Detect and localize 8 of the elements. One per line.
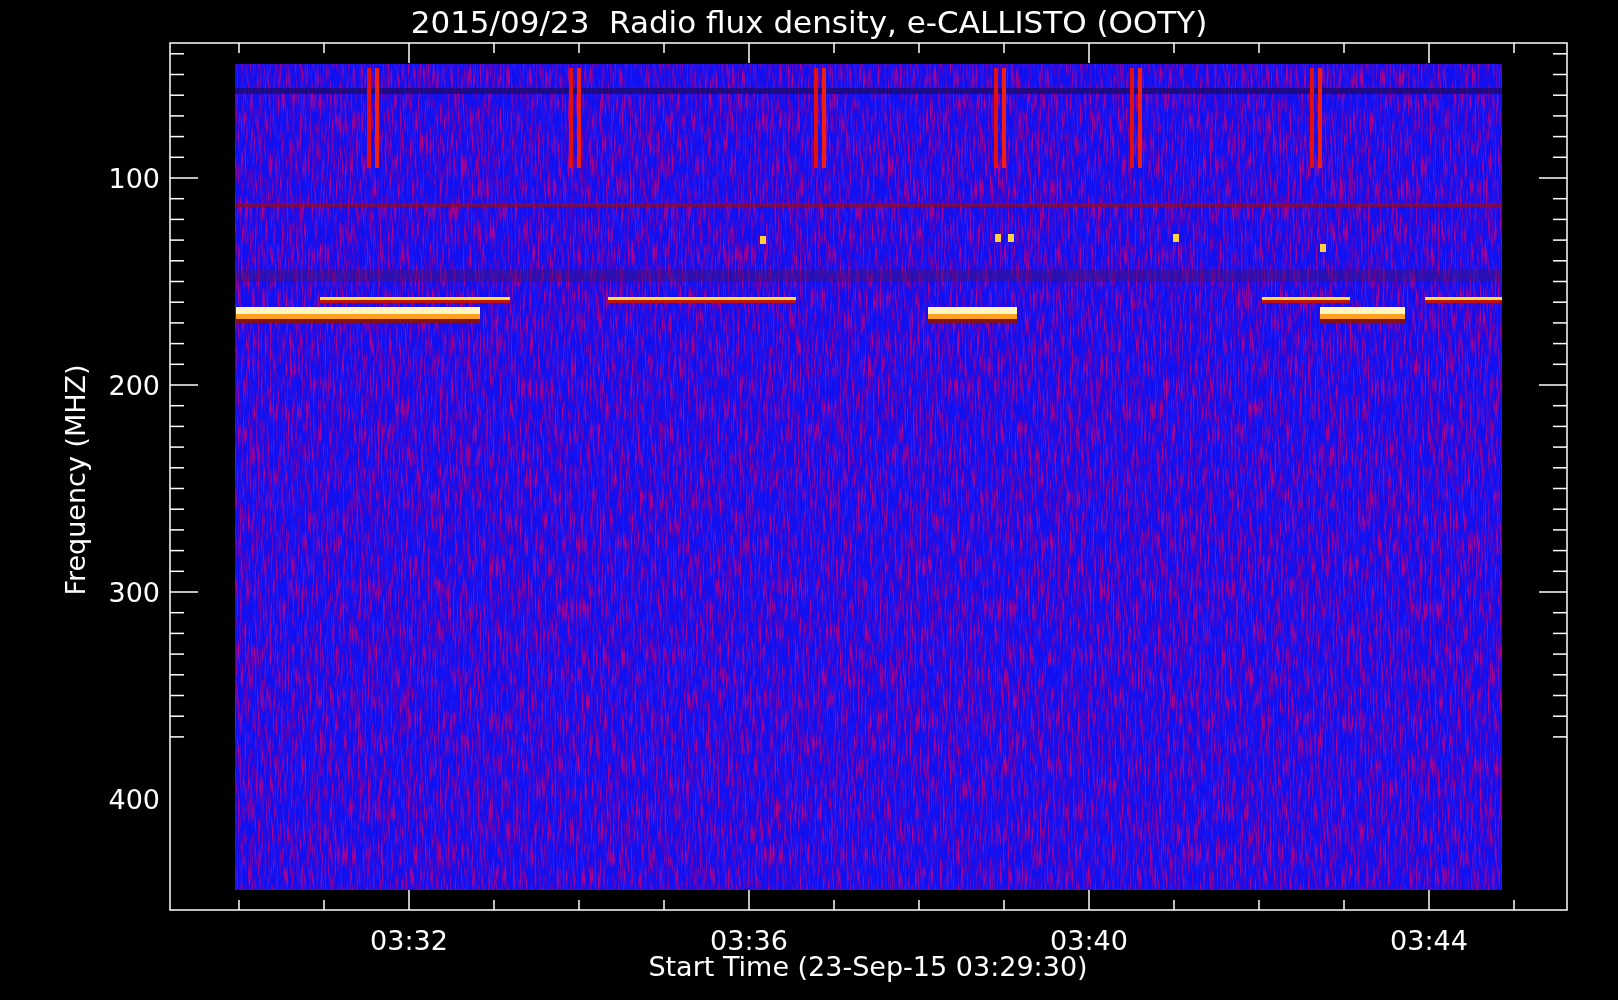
y-tick-label: 400 (108, 784, 160, 815)
chart-title: 2015/09/23 Radio flux density, e-CALLISTO (OOTY) (410, 4, 1208, 40)
x-tick-label: 03:44 (1390, 925, 1468, 956)
y-tick-label: 100 (108, 163, 160, 194)
y-axis-label: Frequency (MHZ) (60, 364, 91, 596)
x-tick-label: 03:32 (370, 925, 448, 956)
y-tick-label: 200 (108, 370, 160, 401)
y-tick-label: 300 (108, 577, 160, 608)
